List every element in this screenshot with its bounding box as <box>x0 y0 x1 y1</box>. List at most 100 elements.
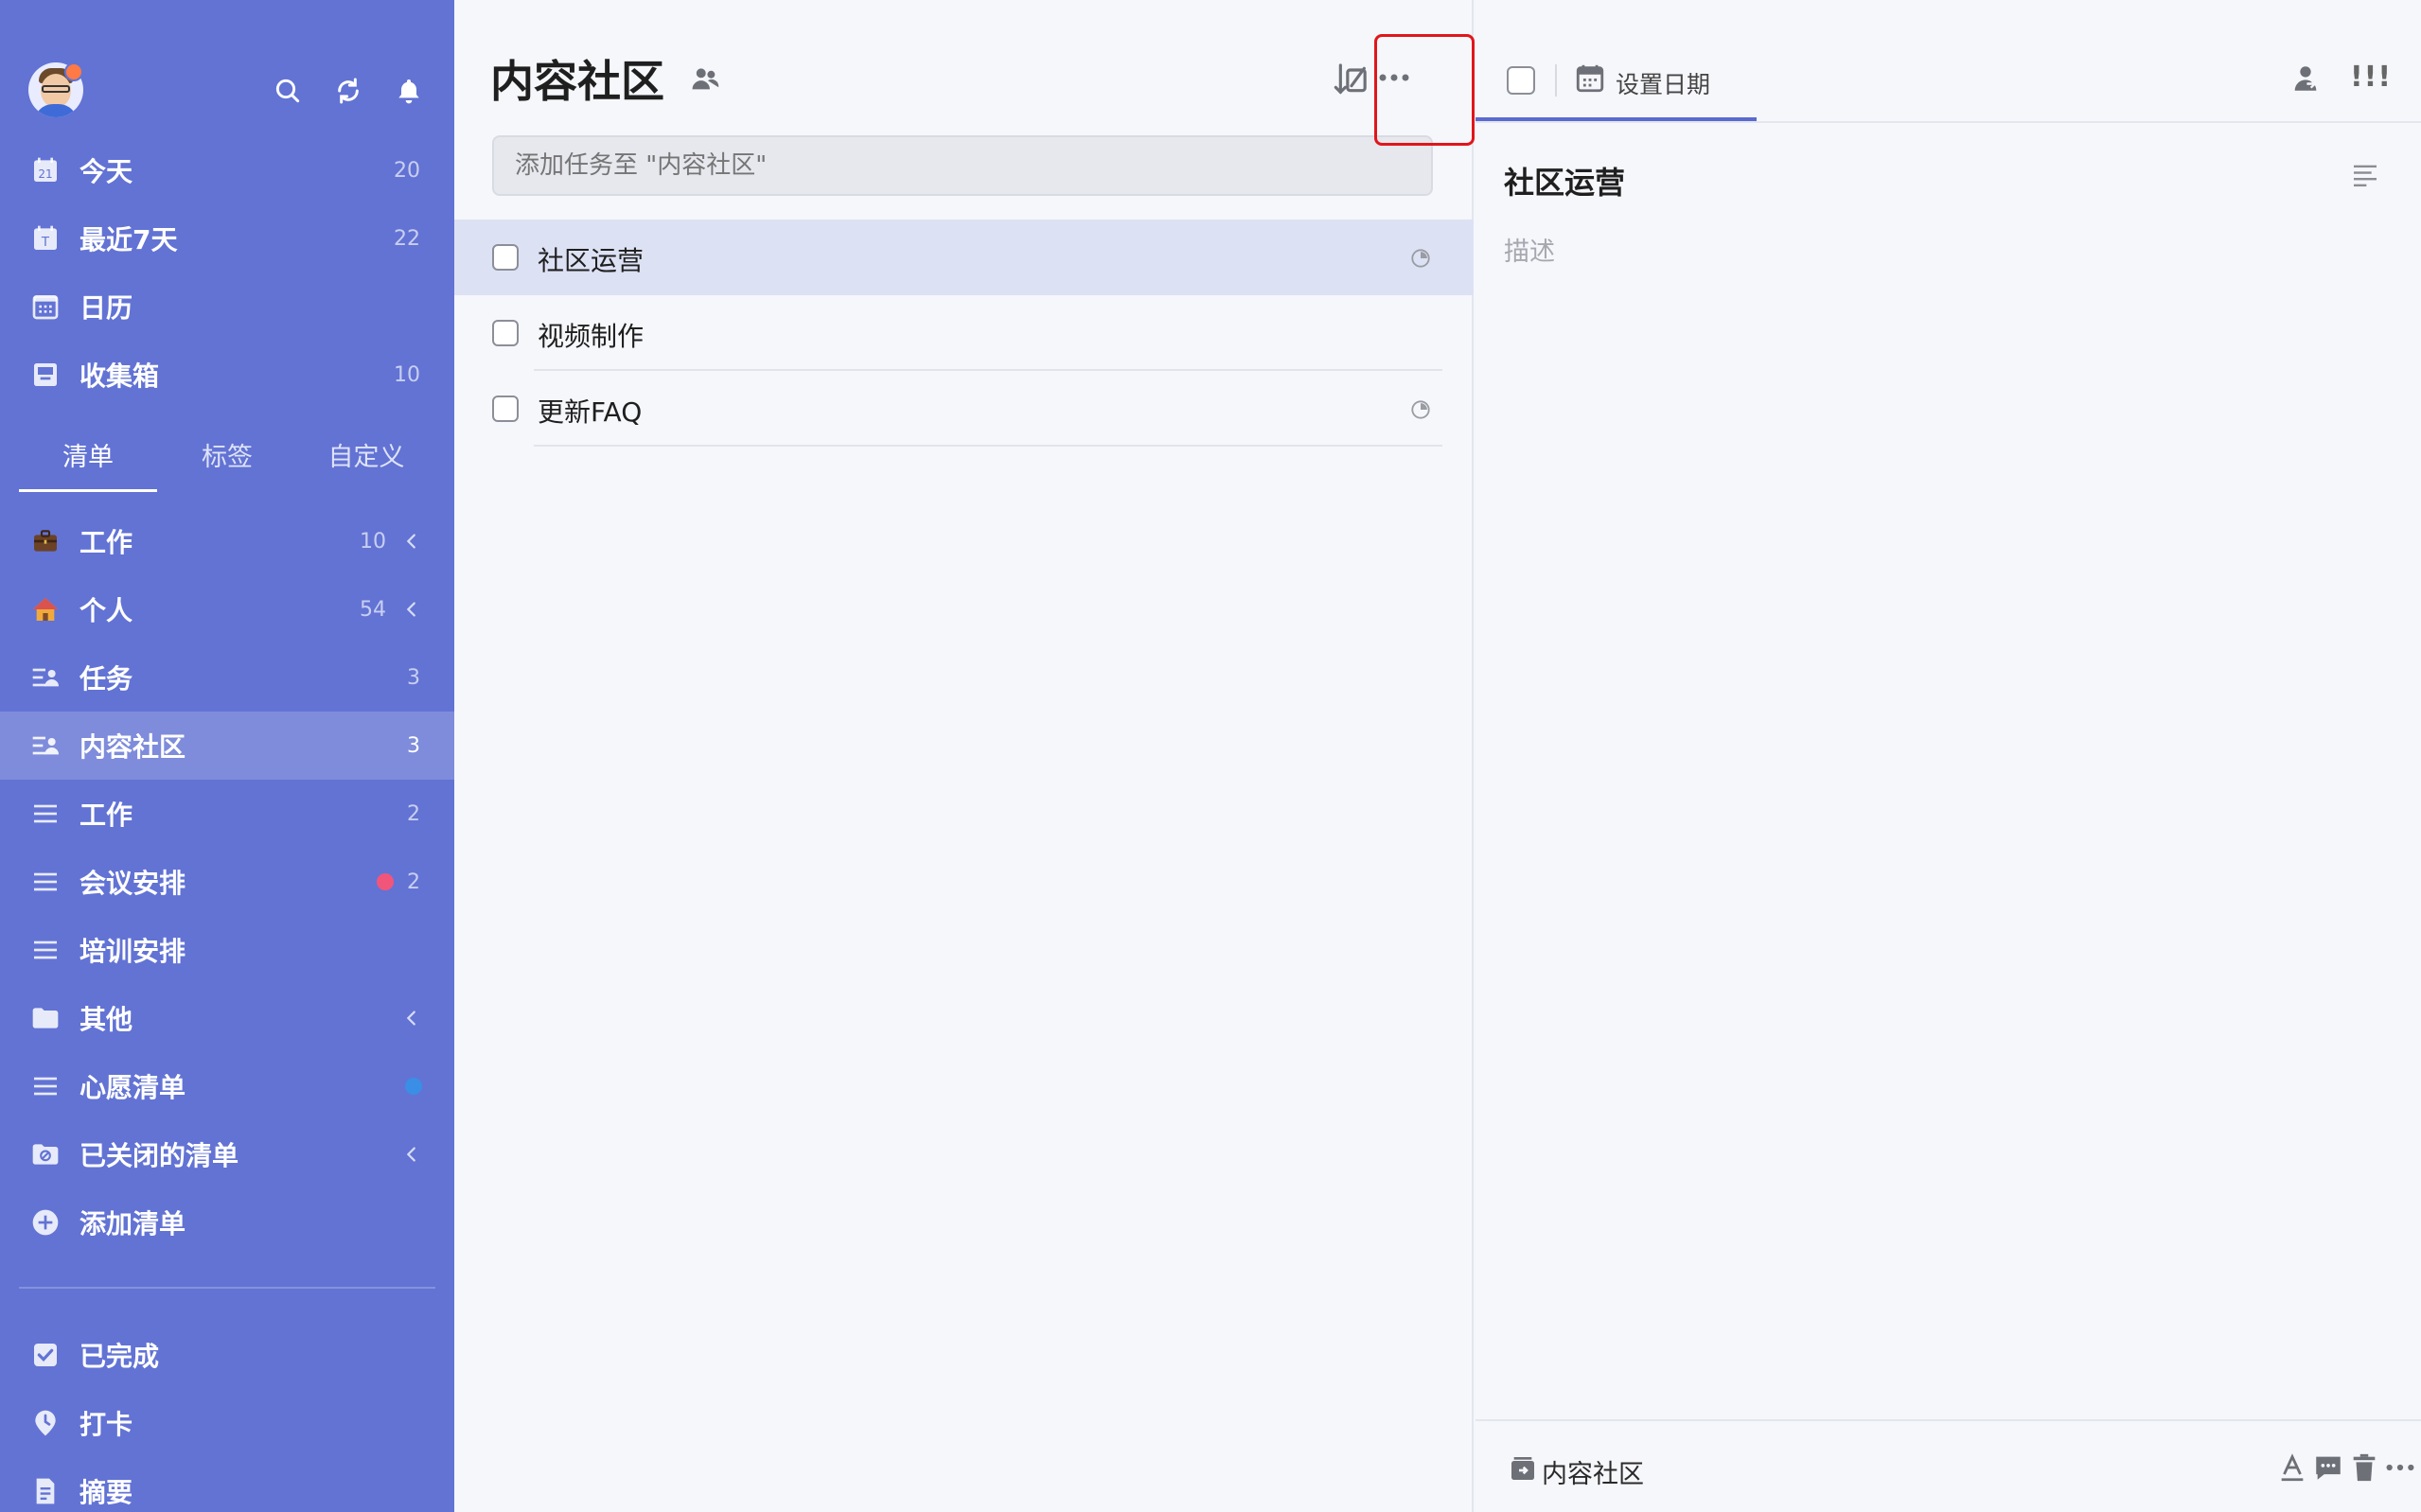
text-align-icon[interactable] <box>2350 159 2380 189</box>
sidebar-item-count: 3 <box>407 665 420 690</box>
progress-clock-icon <box>1411 249 1430 268</box>
svg-text:21: 21 <box>38 167 52 181</box>
sidebar-item-count: 2 <box>407 801 420 826</box>
sidebar-item-label: 添加清单 <box>80 1208 186 1239</box>
tab-custom[interactable]: 自定义 <box>297 431 435 492</box>
task-detail-title[interactable]: 社区运营 <box>1504 159 1625 202</box>
comment-icon[interactable] <box>2312 1451 2344 1484</box>
sidebar-item-habit[interactable]: 打卡 <box>0 1389 454 1457</box>
sidebar-item-label: 培训安排 <box>80 936 186 967</box>
task-checkbox[interactable] <box>492 244 519 271</box>
sidebar-item-label: 其他 <box>80 1004 133 1035</box>
shared-list-icon <box>28 729 62 763</box>
plus-circle-icon <box>28 1205 62 1239</box>
sidebar-item-personal-folder[interactable]: 个人 54 <box>0 575 454 643</box>
chevron-left-icon[interactable] <box>401 599 422 620</box>
sidebar-item-inbox[interactable]: 收集箱 10 <box>0 341 454 409</box>
sidebar-item-calendar[interactable]: 日历 <box>0 273 454 341</box>
detail-header: 设置日期 !!! <box>1476 0 2421 123</box>
task-list-pane: 内容社区 社区运营 视频制作 更新FAQ <box>454 0 1474 1512</box>
move-list-icon[interactable] <box>1508 1453 1538 1484</box>
sidebar-item-label: 已关闭的清单 <box>80 1140 239 1171</box>
svg-text:T: T <box>41 236 50 250</box>
list-icon <box>28 1069 62 1103</box>
sidebar-item-content-community[interactable]: 内容社区 3 <box>0 712 454 780</box>
sidebar-item-work-list[interactable]: 工作 2 <box>0 780 454 848</box>
progress-clock-icon <box>1411 400 1430 419</box>
description-field[interactable]: 描述 <box>1504 231 1555 268</box>
assign-user-icon[interactable] <box>2289 62 2322 95</box>
pin-icon <box>28 1406 62 1440</box>
sidebar-item-label: 工作 <box>80 527 133 558</box>
shared-members-icon[interactable] <box>689 62 721 95</box>
sidebar-item-wishlist[interactable]: 心愿清单 <box>0 1052 454 1120</box>
set-date-button[interactable]: 设置日期 <box>1616 66 1710 100</box>
detail-footer: 内容社区 <box>1476 1419 2421 1512</box>
bell-icon[interactable] <box>392 74 426 108</box>
task-title: 社区运营 <box>538 245 645 276</box>
sidebar-top-bar <box>0 57 454 125</box>
checkbox-checked-icon <box>28 1338 62 1372</box>
text-format-icon[interactable] <box>2276 1451 2308 1484</box>
sidebar-item-label: 最近7天 <box>80 224 178 255</box>
sort-icon[interactable] <box>1333 61 1370 98</box>
sidebar-item-today[interactable]: 21 今天 20 <box>0 136 454 204</box>
sidebar-item-count: 2 <box>407 870 420 894</box>
sidebar-item-label: 会议安排 <box>80 868 186 899</box>
task-title: 视频制作 <box>538 321 645 352</box>
sidebar-item-meetings[interactable]: 会议安排 2 <box>0 848 454 916</box>
sidebar-item-label: 摘要 <box>80 1477 133 1508</box>
header-separator <box>1555 64 1557 97</box>
sidebar-item-label: 心愿清单 <box>80 1072 186 1103</box>
task-checkbox[interactable] <box>492 320 519 346</box>
list-icon <box>28 797 62 831</box>
calendar-today-icon: 21 <box>28 153 62 187</box>
list-icon <box>28 865 62 899</box>
sidebar-divider <box>19 1287 435 1289</box>
sidebar-item-other-folder[interactable]: 其他 <box>0 984 454 1052</box>
chevron-left-icon[interactable] <box>401 1008 422 1029</box>
folder-icon <box>28 1001 62 1035</box>
task-row[interactable]: 更新FAQ <box>454 371 1474 447</box>
sidebar-item-completed[interactable]: 已完成 <box>0 1321 454 1389</box>
task-row[interactable]: 视频制作 <box>454 295 1474 371</box>
priority-icon[interactable]: !!! <box>2350 61 2392 94</box>
inbox-icon <box>28 358 62 392</box>
sidebar-item-work-folder[interactable]: 工作 10 <box>0 507 454 575</box>
sidebar-item-label: 今天 <box>80 156 133 187</box>
add-task-input[interactable] <box>492 135 1433 196</box>
sidebar-item-closed-lists[interactable]: 已关闭的清单 <box>0 1120 454 1188</box>
add-list-button[interactable]: 添加清单 <box>0 1188 454 1257</box>
sidebar-item-label: 工作 <box>80 800 133 831</box>
task-row[interactable]: 社区运营 <box>454 220 1474 295</box>
briefcase-icon <box>28 524 62 558</box>
sidebar-item-label: 打卡 <box>80 1409 133 1440</box>
calendar-grid-icon <box>28 290 62 324</box>
sidebar-item-count: 10 <box>394 362 420 387</box>
sidebar-item-tasks[interactable]: 任务 3 <box>0 643 454 712</box>
search-icon[interactable] <box>271 74 305 108</box>
footer-list-name[interactable]: 内容社区 <box>1542 1453 1644 1490</box>
premium-badge-icon <box>64 62 83 81</box>
calendar-icon[interactable] <box>1574 62 1606 95</box>
house-icon <box>28 592 62 626</box>
chevron-left-icon[interactable] <box>401 1144 422 1165</box>
sidebar-item-count: 54 <box>360 597 386 622</box>
trash-icon[interactable] <box>2348 1451 2380 1484</box>
detail-checkbox[interactable] <box>1507 66 1535 95</box>
tab-lists[interactable]: 清单 <box>19 431 157 492</box>
sidebar-item-training[interactable]: 培训安排 <box>0 916 454 984</box>
sidebar-item-count: 10 <box>360 529 386 554</box>
sidebar-tabs: 清单 标签 自定义 <box>19 431 435 492</box>
tab-tags[interactable]: 标签 <box>158 431 296 492</box>
highlight-annotation <box>1374 34 1475 146</box>
sidebar-item-label: 收集箱 <box>80 360 160 392</box>
document-icon <box>28 1474 62 1508</box>
sync-icon[interactable] <box>331 74 365 108</box>
chevron-left-icon[interactable] <box>401 531 422 552</box>
sidebar-item-summary[interactable]: 摘要 <box>0 1457 454 1512</box>
task-checkbox[interactable] <box>492 396 519 422</box>
more-dots-icon[interactable] <box>2384 1451 2416 1484</box>
sidebar-item-label: 个人 <box>80 595 133 626</box>
sidebar-item-next-7-days[interactable]: T 最近7天 22 <box>0 204 454 273</box>
